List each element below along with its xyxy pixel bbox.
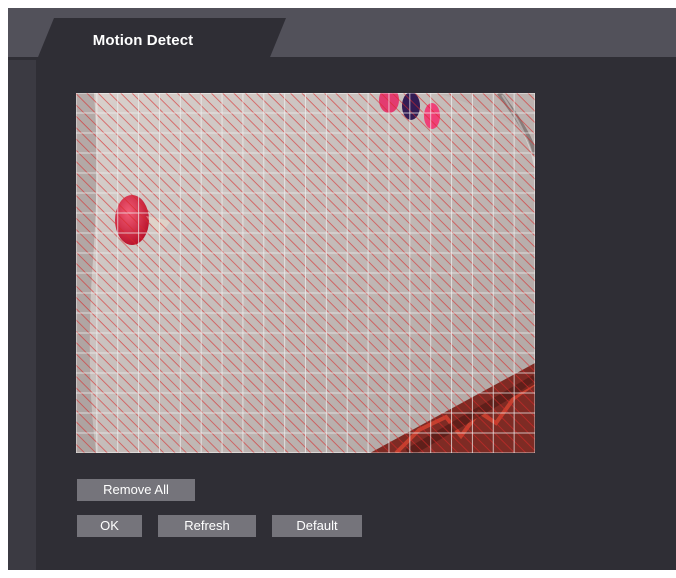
default-button[interactable]: Default: [272, 515, 362, 537]
tab-strip: Motion Detect: [8, 8, 676, 62]
camera-preview-scene: [76, 93, 535, 453]
refresh-button[interactable]: Refresh: [158, 515, 256, 537]
tab-motion-detect-label: Motion Detect: [92, 31, 194, 49]
camera-preview[interactable]: [76, 93, 535, 453]
remove-all-button[interactable]: Remove All: [77, 479, 195, 501]
motion-detect-window: Motion Detect Remove All OK Refresh Defa…: [8, 8, 676, 570]
motion-detect-panel: Remove All OK Refresh Default: [36, 60, 676, 570]
ok-button[interactable]: OK: [77, 515, 142, 537]
tab-motion-detect[interactable]: Motion Detect: [36, 18, 286, 62]
